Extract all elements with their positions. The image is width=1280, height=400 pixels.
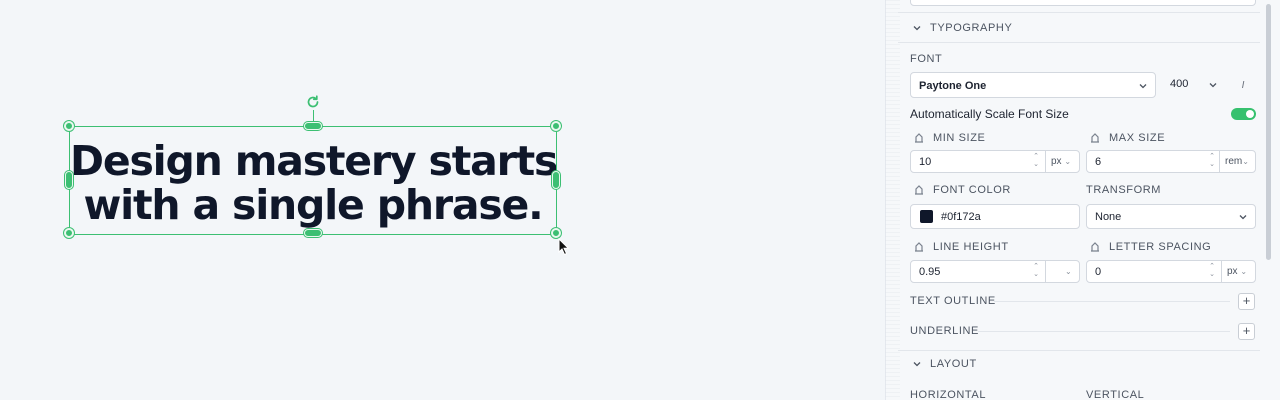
letter-spacing-unit: px (1227, 266, 1238, 277)
letter-spacing-stepper[interactable]: ⌃ ⌄ (1208, 263, 1216, 280)
chevron-down-icon: ⌄ (1064, 157, 1072, 166)
underline-label: UNDERLINE (910, 325, 979, 337)
chevron-down-icon[interactable] (1208, 80, 1218, 90)
auto-scale-label: Automatically Scale Font Size (910, 107, 1069, 121)
min-size-stepper[interactable]: ⌃ ⌄ (1032, 153, 1040, 170)
section-divider (898, 42, 1260, 43)
breakpoint-icon (1091, 242, 1099, 252)
inspector-panel (885, 0, 1280, 400)
horizontal-label: HORIZONTAL (910, 389, 987, 400)
chevron-down-icon (1139, 84, 1147, 89)
italic-toggle-button[interactable]: I (1232, 74, 1254, 96)
line-height-unit-select[interactable]: ⌄ (1045, 261, 1080, 282)
line-height-input[interactable]: 0.95 ⌃ ⌄ ⌄ (910, 260, 1080, 283)
resize-handle-bottom-left[interactable] (64, 228, 74, 238)
auto-scale-toggle[interactable] (1231, 108, 1256, 120)
max-size-input[interactable]: 6 ⌃ ⌄ rem⌄ (1086, 150, 1256, 173)
chevron-down-icon: ⌄ (1065, 267, 1072, 276)
letter-spacing-input[interactable]: 0 ⌃ ⌄ px ⌄ (1086, 260, 1256, 283)
breakpoint-icon (1091, 133, 1099, 143)
resize-handle-top-left[interactable] (64, 121, 74, 131)
resize-handle-right[interactable] (552, 171, 560, 189)
font-color-value: #0f172a (941, 211, 981, 223)
font-weight-value[interactable]: 400 (1170, 78, 1188, 90)
transform-label: TRANSFORM (1086, 184, 1162, 196)
max-size-stepper[interactable]: ⌃ ⌄ (1208, 153, 1216, 170)
min-size-value: 10 (919, 156, 932, 168)
min-size-unit: px (1051, 156, 1062, 167)
panel-resize-gutter[interactable] (885, 0, 900, 400)
cursor-icon (558, 238, 570, 256)
section-divider (898, 350, 1260, 351)
add-underline-button[interactable]: + (1238, 323, 1255, 340)
chevron-down-icon: ⌄ (1240, 267, 1248, 276)
divider-line (994, 301, 1230, 302)
line-height-label: LINE HEIGHT (933, 241, 1009, 253)
design-canvas[interactable]: Design mastery starts with a single phra… (0, 0, 885, 400)
line-height-stepper[interactable]: ⌃ ⌄ (1032, 263, 1040, 280)
line-height-value: 0.95 (919, 266, 941, 278)
text-outline-label: TEXT OUTLINE (910, 295, 996, 307)
breakpoint-icon (915, 185, 923, 195)
chevron-down-icon: ⌄ (1242, 157, 1249, 166)
min-size-input[interactable]: 10 ⌃ ⌄ px ⌄ (910, 150, 1080, 173)
add-text-outline-button[interactable]: + (1238, 293, 1255, 310)
breakpoint-icon (915, 242, 923, 252)
headline-line-2: with a single phrase. (83, 181, 543, 229)
layout-section-title[interactable]: LAYOUT (930, 358, 977, 370)
rotate-icon[interactable] (305, 94, 321, 110)
section-divider (898, 12, 1260, 13)
resize-handle-bottom[interactable] (304, 229, 322, 237)
resize-handle-left[interactable] (65, 171, 73, 189)
transform-select[interactable]: None (1086, 204, 1256, 229)
selected-text-element[interactable]: Design mastery starts with a single phra… (70, 127, 558, 234)
transform-value: None (1095, 211, 1122, 223)
min-size-label: MIN SIZE (933, 132, 986, 144)
max-size-unit-select[interactable]: rem⌄ (1219, 151, 1256, 172)
max-size-unit: rem (1225, 156, 1243, 167)
color-swatch[interactable] (920, 210, 933, 223)
max-size-label: MAX SIZE (1109, 132, 1166, 144)
max-size-value: 6 (1095, 156, 1102, 168)
chevron-down-icon[interactable] (912, 23, 922, 33)
letter-spacing-label: LETTER SPACING (1109, 241, 1212, 253)
typography-section-title[interactable]: TYPOGRAPHY (930, 22, 1012, 34)
panel-scrollbar[interactable] (1266, 4, 1271, 260)
chevron-down-icon (1239, 215, 1247, 220)
font-color-label: FONT COLOR (933, 184, 1011, 196)
min-size-unit-select[interactable]: px ⌄ (1045, 151, 1080, 172)
resize-handle-top-right[interactable] (551, 121, 561, 131)
chevron-down-icon[interactable] (912, 359, 922, 369)
font-family-value: Paytone One (919, 80, 987, 92)
font-family-select[interactable]: Paytone One (910, 72, 1156, 98)
vertical-label: VERTICAL (1086, 389, 1145, 400)
font-color-input[interactable]: #0f172a (910, 204, 1080, 229)
font-label: FONT (910, 53, 943, 65)
divider-line (978, 331, 1230, 332)
breakpoint-icon (915, 133, 923, 143)
resize-handle-bottom-right[interactable] (551, 228, 561, 238)
letter-spacing-value: 0 (1095, 266, 1102, 278)
letter-spacing-unit-select[interactable]: px ⌄ (1221, 261, 1256, 282)
text-content-field[interactable] (910, 0, 1256, 6)
resize-handle-top[interactable] (304, 122, 322, 130)
toggle-knob (1246, 110, 1254, 118)
headline-line-1: Design mastery starts (70, 137, 558, 185)
